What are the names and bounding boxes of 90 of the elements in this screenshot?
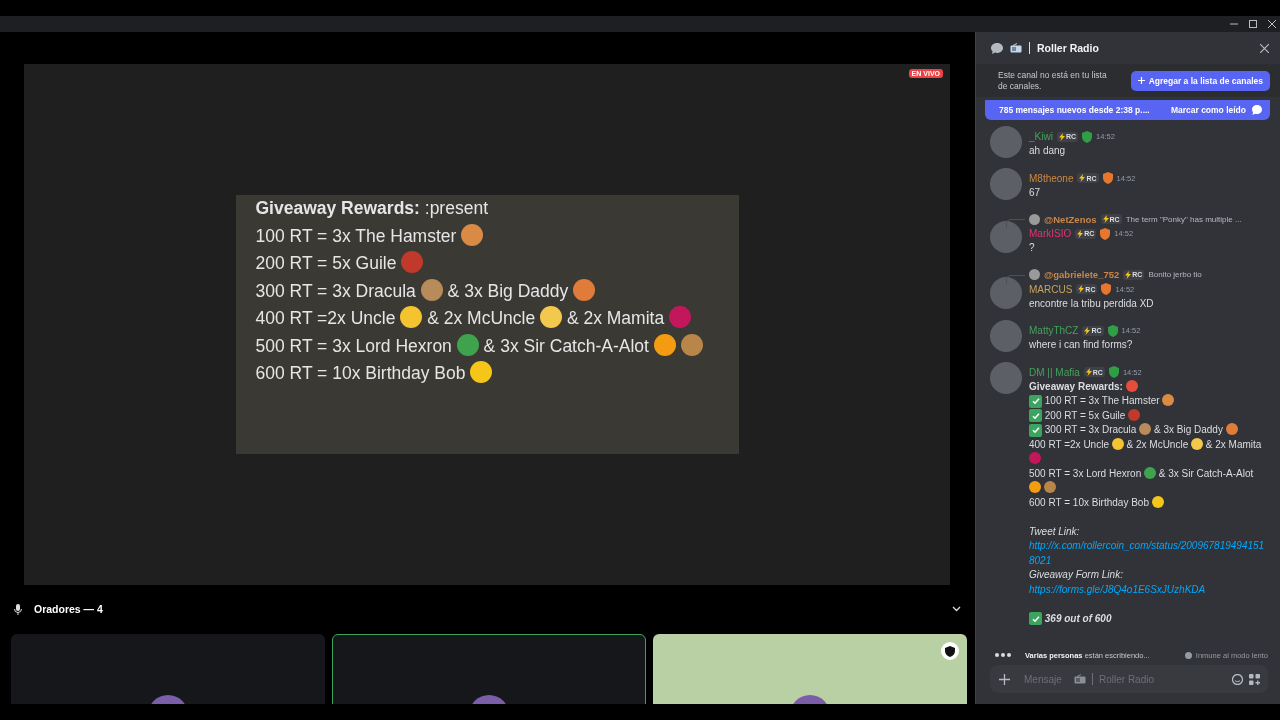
message-text: Tweet Link: — [1029, 525, 1080, 537]
lightning-icon — [1125, 270, 1132, 279]
message-text: where i can find forms? — [1029, 339, 1133, 350]
lightning-icon — [1077, 229, 1084, 238]
plus-icon — [1137, 77, 1145, 84]
close-icon[interactable] — [1260, 43, 1269, 53]
checkmark-icon — [1029, 423, 1042, 437]
notice-text: Este canal no está en tu lista de canales. — [998, 69, 1108, 92]
message-text: Giveaway Rewards: — [1029, 380, 1123, 392]
speaker-tile[interactable] — [11, 634, 325, 704]
message-text: ? — [1029, 242, 1035, 253]
message-text: 100 RT = 3x The Hamster — [1044, 395, 1160, 406]
reply-author[interactable]: @gabrielete_752 — [1044, 269, 1120, 280]
username[interactable]: M8theone — [1029, 172, 1074, 184]
avatar-circle — [1029, 269, 1040, 280]
message-text: & 2x Mamita — [1205, 438, 1262, 450]
message-text: 500 RT = 3x Lord Hexron — [255, 335, 452, 356]
message-text: 400 RT =2x Uncle — [1029, 438, 1109, 450]
avatar-circle[interactable] — [990, 221, 1022, 253]
checkmark-icon — [1029, 394, 1042, 408]
message-text: encontre la tribu perdida XD — [1029, 297, 1154, 309]
speakers-label: Oradores — 4 — [34, 603, 104, 615]
mark-read-button[interactable]: Marcar como leído — [1170, 105, 1262, 115]
microphone-icon — [14, 603, 22, 615]
message-text: Giveaway Form Link: — [1029, 569, 1123, 580]
chevron-down-icon[interactable] — [952, 606, 961, 612]
apps-icon[interactable] — [1249, 673, 1260, 685]
lightning-icon — [1058, 132, 1065, 141]
link[interactable]: https://forms.gle/J8Q4o1E6SxJUzhKDA — [1029, 582, 1266, 597]
avatar-circle[interactable] — [990, 167, 1022, 200]
lightning-icon — [1079, 174, 1086, 182]
checkmark-icon — [1029, 409, 1042, 422]
message-text: 369 out of 600 — [1044, 612, 1112, 624]
reply-preview[interactable]: The term "Ponky" has multiple ... — [1125, 214, 1242, 224]
avatar-circle[interactable] — [990, 320, 1022, 352]
message-text: & 2x McUncle — [1126, 438, 1189, 450]
message-text: & 3x Big Daddy — [447, 280, 569, 301]
chat-bubble-icon — [1252, 105, 1262, 115]
message-input[interactable]: Mensaje — [1024, 673, 1068, 685]
avatar-circle[interactable] — [990, 361, 1022, 394]
avatar-circle[interactable] — [990, 276, 1022, 309]
speaker-tile[interactable] — [653, 634, 967, 704]
message-text: 100 RT = 3x The Hamster — [255, 225, 457, 246]
username[interactable]: MARCUS — [1029, 283, 1073, 295]
message-text: & 2x Mamita — [566, 308, 665, 328]
message-text: 400 RT =2x Uncle — [255, 308, 396, 328]
message-text: Giveaway Rewards: — [255, 198, 420, 218]
checkmark-icon — [1029, 612, 1042, 625]
message-text: 300 RT = 3x Dracula — [1044, 424, 1137, 435]
username[interactable]: MarkISIO — [1029, 228, 1072, 239]
message-text: & 2x McUncle — [427, 308, 536, 328]
reply-author[interactable]: @NetZenos — [1044, 213, 1097, 225]
reply-preview[interactable]: Bonito jerbo tio — [1148, 270, 1202, 279]
channel-name: Roller Radio — [1037, 42, 1100, 54]
input-channel-name: Roller Radio — [1099, 673, 1156, 685]
username[interactable]: _Kiwi — [1029, 131, 1053, 142]
message-text: & 3x Big Daddy — [1154, 424, 1223, 435]
maximize-icon[interactable] — [1249, 20, 1257, 28]
message-text: 600 RT = 10x Birthday Bob — [1029, 496, 1149, 508]
message-text: 600 RT = 10x Birthday Bob — [255, 363, 466, 383]
minimize-icon[interactable] — [1230, 20, 1238, 28]
message-text: :present — [424, 198, 488, 218]
lightning-icon — [1085, 368, 1092, 376]
username[interactable]: DM || Mafia — [1029, 366, 1080, 378]
sticker-icon[interactable] — [1232, 673, 1243, 685]
message-text: ah dang — [1029, 145, 1066, 156]
clock-icon — [1184, 651, 1192, 659]
message-text: 500 RT = 3x Lord Hexron — [1029, 467, 1142, 479]
message-text: & 3x Sir Catch-A-Alot — [483, 335, 649, 356]
message-text: & 3x Sir Catch-A-Alot — [1158, 467, 1254, 479]
chat-bubble-icon — [991, 42, 1003, 54]
message-text: 200 RT = 5x Guile — [1044, 409, 1126, 421]
username[interactable]: MattyThCZ — [1029, 325, 1079, 336]
close-icon[interactable] — [1268, 20, 1276, 28]
lightning-icon — [1078, 285, 1085, 293]
lightning-icon — [1102, 215, 1109, 223]
typing-dots-icon — [995, 653, 1011, 657]
avatar-circle[interactable] — [990, 126, 1022, 158]
radio-icon — [1010, 43, 1022, 53]
link[interactable]: http://x.com/rollercoin_com/status/2009678194941518021 — [1029, 539, 1266, 568]
speaker-tile[interactable] — [332, 634, 646, 704]
radio-icon — [1074, 674, 1086, 684]
avatar-circle — [1029, 213, 1040, 225]
new-messages-text: 785 mensajes nuevos desde 2:38 p.... — [999, 105, 1150, 115]
plus-icon[interactable] — [999, 673, 1010, 685]
add-channel-button[interactable]: Agregar a la lista de canales — [1130, 70, 1270, 91]
message-text: 200 RT = 5x Guile — [255, 253, 397, 273]
message-text: 300 RT = 3x Dracula — [255, 280, 416, 301]
message-text: 67 — [1029, 186, 1041, 198]
lightning-icon — [1084, 326, 1091, 335]
